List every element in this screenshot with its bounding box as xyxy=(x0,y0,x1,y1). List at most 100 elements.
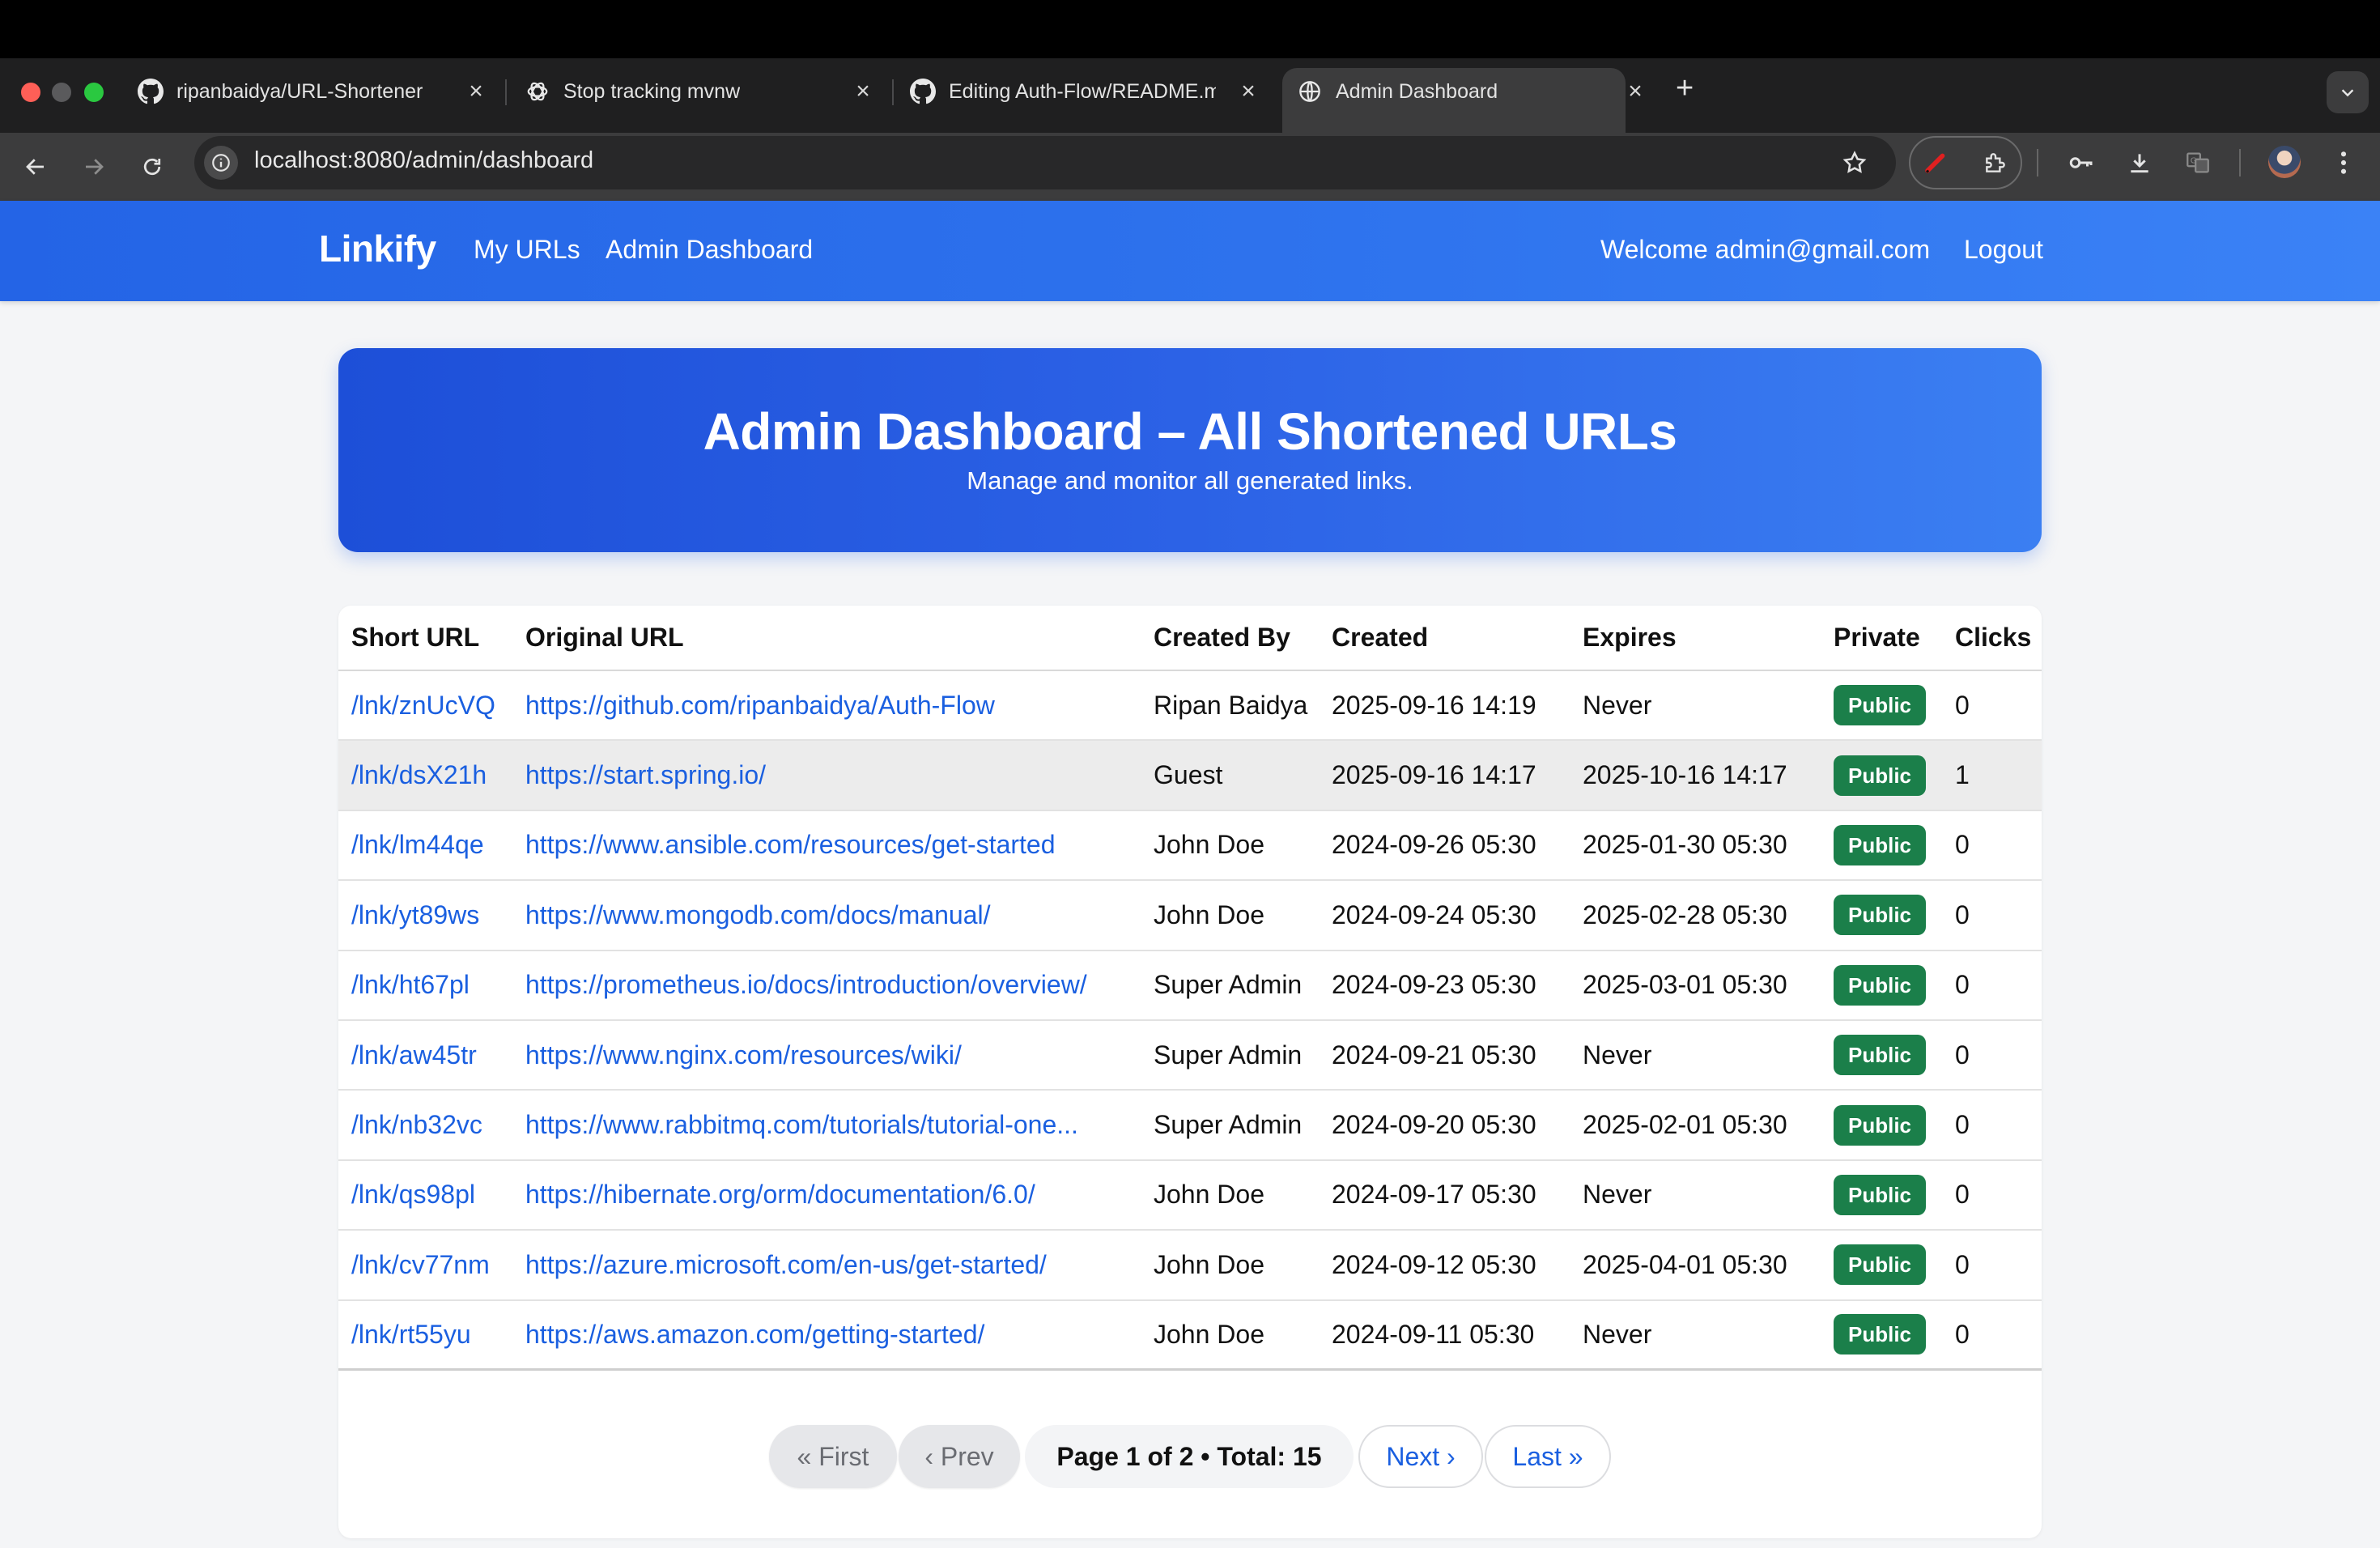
page-title: Admin Dashboard – All Shortened URLs xyxy=(703,402,1677,461)
clicks-cell: 0 xyxy=(1942,1019,2042,1091)
expires-cell: 2025-03-01 05:30 xyxy=(1570,950,1821,1021)
created-cell: 2024-09-21 05:30 xyxy=(1319,1019,1570,1091)
tab-divider xyxy=(892,79,894,105)
hero-banner: Admin Dashboard – All Shortened URLs Man… xyxy=(338,348,2042,552)
extensions-puzzle-icon[interactable] xyxy=(1977,144,2014,181)
first-page-button[interactable]: « First xyxy=(769,1425,897,1488)
bookmark-star-icon[interactable] xyxy=(1836,144,1873,181)
short-url-link[interactable]: /lnk/nb32vc xyxy=(351,1110,482,1139)
close-tab-icon[interactable]: × xyxy=(1237,78,1260,105)
more-menu-icon[interactable] xyxy=(2325,144,2362,181)
nav-my-urls[interactable]: My URLs xyxy=(474,235,580,265)
close-tab-icon[interactable]: × xyxy=(465,78,487,105)
short-url-link[interactable]: /lnk/yt89ws xyxy=(351,900,479,929)
pen-extension-icon[interactable] xyxy=(1917,144,1954,181)
original-url-link[interactable]: https://hibernate.org/orm/documentation/… xyxy=(525,1180,1035,1209)
tab-title: Admin Dashboard xyxy=(1336,79,1498,103)
original-url-link[interactable]: https://www.ansible.com/resources/get-st… xyxy=(525,830,1056,859)
toolbar-divider xyxy=(2037,149,2038,176)
original-url-link[interactable]: https://azure.microsoft.com/en-us/get-st… xyxy=(525,1250,1047,1279)
translate-icon[interactable]: G xyxy=(2179,144,2216,181)
short-url-link[interactable]: /lnk/dsX21h xyxy=(351,760,487,789)
tab-editing-readme[interactable]: Editing Auth-Flow/README.m × xyxy=(910,70,1260,113)
forward-button[interactable] xyxy=(73,146,115,188)
maximize-window-button[interactable] xyxy=(84,83,104,102)
header-original-url: Original URL xyxy=(512,606,1141,671)
short-url-link[interactable]: /lnk/lm44qe xyxy=(351,830,484,859)
tab-title: Stop tracking mvnw xyxy=(563,79,741,103)
header-private: Private xyxy=(1821,606,1942,671)
tab-stop-tracking[interactable]: Stop tracking mvnw × xyxy=(525,70,874,113)
created-by-cell: John Doe xyxy=(1141,880,1319,951)
created-by-cell: John Doe xyxy=(1141,1230,1319,1301)
short-url-link[interactable]: /lnk/aw45tr xyxy=(351,1040,477,1070)
tab-admin-dashboard[interactable]: Admin Dashboard × xyxy=(1297,70,1647,113)
original-url-link[interactable]: https://start.spring.io/ xyxy=(525,760,766,789)
short-url-link[interactable]: /lnk/ht67pl xyxy=(351,970,470,999)
tab-search-button[interactable] xyxy=(2327,71,2369,113)
globe-icon xyxy=(1297,79,1323,104)
short-url-link[interactable]: /lnk/rt55yu xyxy=(351,1320,471,1349)
minimize-window-button[interactable] xyxy=(52,83,71,102)
status-badge: Public xyxy=(1834,1174,1927,1215)
table-header-row: Short URL Original URL Created By Create… xyxy=(338,606,2042,671)
original-url-link[interactable]: https://aws.amazon.com/getting-started/ xyxy=(525,1320,984,1349)
next-page-button[interactable]: Next › xyxy=(1358,1425,1483,1488)
clicks-cell: 0 xyxy=(1942,670,2042,742)
short-url-link[interactable]: /lnk/znUcVQ xyxy=(351,691,495,720)
logout-link[interactable]: Logout xyxy=(1964,235,2043,265)
original-url-link[interactable]: https://github.com/ripanbaidya/Auth-Flow xyxy=(525,691,995,720)
tab-url-shortener[interactable]: ripanbaidya/URL-Shortener × xyxy=(138,70,487,113)
short-url-link[interactable]: /lnk/cv77nm xyxy=(351,1250,490,1279)
download-icon[interactable] xyxy=(2121,144,2158,181)
original-url-link[interactable]: https://www.mongodb.com/docs/manual/ xyxy=(525,900,991,929)
created-cell: 2025-09-16 14:17 xyxy=(1319,740,1570,811)
original-url-link[interactable]: https://prometheus.io/docs/introduction/… xyxy=(525,970,1087,999)
password-key-icon[interactable] xyxy=(2063,144,2100,181)
table-row: /lnk/znUcVQ https://github.com/ripanbaid… xyxy=(338,670,2042,742)
expires-cell: 2025-04-01 05:30 xyxy=(1570,1230,1821,1301)
address-url[interactable]: localhost:8080/admin/dashboard xyxy=(254,147,593,174)
new-tab-icon[interactable]: + xyxy=(1676,71,1694,106)
github-icon xyxy=(910,79,936,104)
expires-cell: Never xyxy=(1570,1299,1821,1372)
created-cell: 2024-09-26 05:30 xyxy=(1319,810,1570,882)
original-url-link[interactable]: https://www.nginx.com/resources/wiki/ xyxy=(525,1040,962,1070)
status-badge: Public xyxy=(1834,1244,1927,1286)
nav-admin-dashboard[interactable]: Admin Dashboard xyxy=(606,235,813,265)
reload-icon xyxy=(143,158,161,176)
back-button[interactable] xyxy=(15,146,57,188)
close-window-button[interactable] xyxy=(21,83,40,102)
created-by-cell: John Doe xyxy=(1141,810,1319,882)
created-by-cell: John Doe xyxy=(1141,1159,1319,1231)
tab-title: ripanbaidya/URL-Shortener xyxy=(176,79,423,103)
arrow-left-icon xyxy=(26,159,44,175)
table-row: /lnk/aw45tr https://www.nginx.com/resour… xyxy=(338,1019,2042,1091)
close-tab-icon[interactable]: × xyxy=(1624,78,1647,105)
clicks-cell: 0 xyxy=(1942,950,2042,1021)
clicks-cell: 0 xyxy=(1942,880,2042,951)
expires-cell: Never xyxy=(1570,1019,1821,1091)
header-created-by: Created By xyxy=(1141,606,1319,671)
created-cell: 2024-09-12 05:30 xyxy=(1319,1230,1570,1301)
toolbar-divider xyxy=(2239,149,2241,176)
site-info-icon[interactable] xyxy=(204,146,238,180)
created-cell: 2024-09-17 05:30 xyxy=(1319,1159,1570,1231)
profile-avatar[interactable] xyxy=(2268,146,2301,178)
created-by-cell: Guest xyxy=(1141,740,1319,811)
created-by-cell: Super Admin xyxy=(1141,1090,1319,1161)
status-badge: Public xyxy=(1834,964,1927,1006)
status-badge: Public xyxy=(1834,1314,1927,1355)
brand-logo[interactable]: Linkify xyxy=(319,227,436,270)
clicks-cell: 0 xyxy=(1942,810,2042,882)
original-url-link[interactable]: https://www.rabbitmq.com/tutorials/tutor… xyxy=(525,1110,1078,1139)
close-tab-icon[interactable]: × xyxy=(852,78,874,105)
prev-page-button[interactable]: ‹ Prev xyxy=(899,1425,1020,1488)
clicks-cell: 0 xyxy=(1942,1090,2042,1161)
chevron-down-icon xyxy=(2341,89,2354,97)
last-page-button[interactable]: Last » xyxy=(1485,1425,1611,1488)
header-short-url: Short URL xyxy=(338,606,512,671)
reload-button[interactable] xyxy=(131,146,173,188)
short-url-link[interactable]: /lnk/qs98pl xyxy=(351,1180,475,1209)
status-badge: Public xyxy=(1834,755,1927,796)
